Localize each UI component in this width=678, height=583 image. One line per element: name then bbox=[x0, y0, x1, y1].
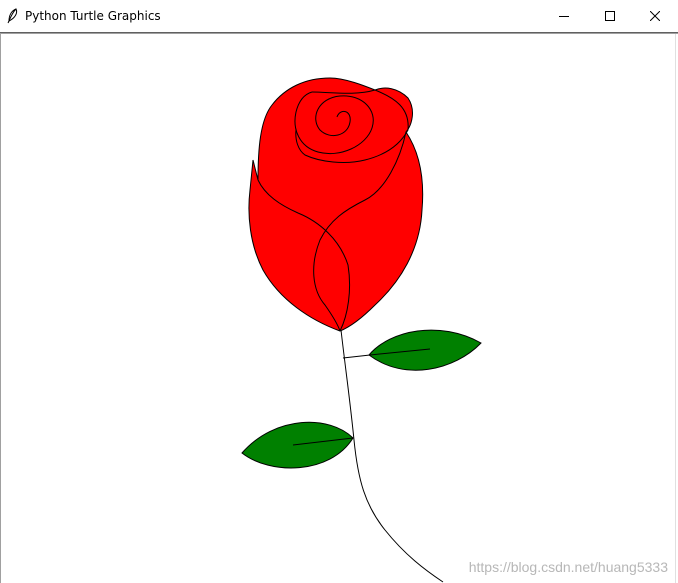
minimize-button[interactable] bbox=[541, 0, 587, 32]
maximize-icon bbox=[605, 11, 615, 21]
close-icon bbox=[650, 11, 660, 21]
watermark: https://blog.csdn.net/huang5333 bbox=[468, 559, 668, 575]
lower-leaf bbox=[241, 421, 354, 469]
rose-petals bbox=[248, 77, 424, 332]
upper-leaf-branch bbox=[342, 354, 371, 359]
upper-leaf bbox=[368, 329, 482, 371]
window-title: Python Turtle Graphics bbox=[25, 9, 161, 23]
turtle-window: Python Turtle Graphics https://blog.csdn… bbox=[0, 0, 678, 583]
maximize-button[interactable] bbox=[587, 0, 633, 32]
turtle-canvas[interactable] bbox=[0, 34, 678, 583]
feather-icon bbox=[6, 8, 20, 24]
title-bar[interactable]: Python Turtle Graphics bbox=[0, 0, 678, 32]
close-button[interactable] bbox=[632, 0, 678, 32]
minimize-icon bbox=[559, 11, 569, 21]
